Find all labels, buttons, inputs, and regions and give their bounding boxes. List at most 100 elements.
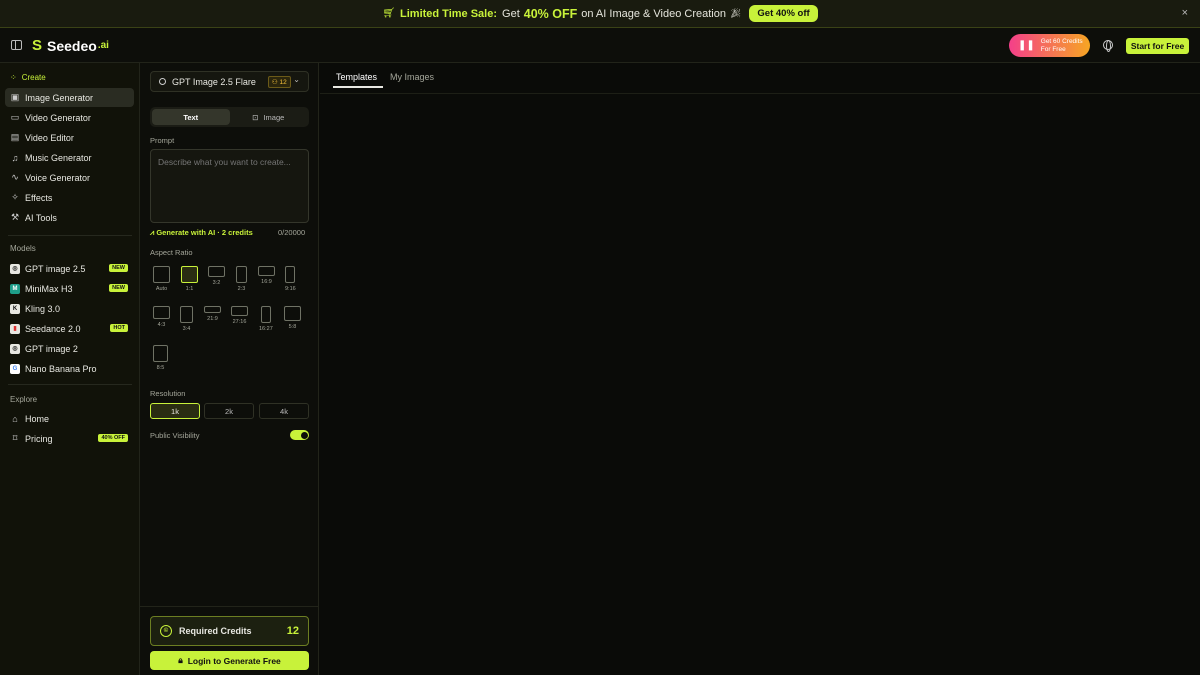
free-credits-button[interactable]: ❚❚ Get 60 Credits For Free	[1009, 34, 1090, 57]
sidebar-item-video-generator[interactable]: ▭ Video Generator	[5, 108, 134, 127]
character-counter: 0/20000	[278, 228, 306, 237]
sidebar-item-pricing[interactable]: ⌑ Pricing 40% OFF	[5, 429, 134, 448]
ratio-shape	[153, 266, 170, 283]
resolution-1k[interactable]: 1k	[150, 403, 200, 419]
model-credits-value: 12	[279, 78, 287, 86]
wave-icon: ∿	[11, 172, 19, 182]
generate-with-ai-link[interactable]: ⩘ Generate with AI · 2 credits	[150, 228, 253, 238]
models-section-head: Models	[10, 244, 36, 253]
ratio-27-16[interactable]: 27:16	[231, 306, 248, 325]
ratio-21-9[interactable]: 21:9	[204, 306, 221, 322]
resolution-label: Resolution	[150, 389, 186, 398]
tab-text[interactable]: Text	[152, 109, 230, 125]
banner-get: Get	[502, 7, 520, 20]
credits-line1: Get 60 Credits	[1040, 37, 1083, 45]
seedance-icon: ▮	[10, 323, 20, 334]
music-icon: ♫	[11, 152, 19, 163]
ratio-9-16[interactable]: 9:16	[285, 266, 296, 292]
ratio-8-5[interactable]: 8:5	[153, 345, 168, 371]
ratio-4-3[interactable]: 4:3	[153, 306, 170, 328]
explore-section-head: Explore	[10, 395, 38, 404]
resolution-4k[interactable]: 4k	[259, 403, 309, 419]
ratio-1-1[interactable]: 1:1	[181, 266, 198, 292]
sidebar-item-label: Image Generator	[25, 92, 94, 103]
ratio-2-3[interactable]: 2:3	[236, 266, 247, 292]
sparkle-icon: ✧	[11, 192, 19, 202]
sparkle-icon: ⁘	[10, 73, 17, 82]
sidebar-model-seedance-2-0[interactable]: ▮ Seedance 2.0 HOT	[5, 319, 134, 338]
close-icon[interactable]: ×	[1182, 7, 1188, 19]
public-visibility-toggle[interactable]	[290, 430, 309, 440]
required-credits-label: Required Credits	[179, 626, 252, 636]
tab-my-images[interactable]: My Images	[390, 72, 434, 82]
prompt-input[interactable]	[150, 149, 309, 223]
ratio-shape	[258, 266, 275, 276]
ratio-label: 5:8	[288, 324, 297, 330]
logo-suffix: .ai	[97, 40, 109, 51]
ratio-label: Auto	[155, 286, 168, 292]
openai-icon: ◎	[10, 263, 20, 274]
sidebar-item-label: AI Tools	[25, 212, 57, 223]
aspect-ratio-label: Aspect Ratio	[150, 248, 193, 257]
ratio-label: 2:3	[237, 286, 246, 292]
ratio-3-2[interactable]: 3:2	[208, 266, 225, 286]
google-icon: G	[10, 363, 20, 374]
ratio-5-8[interactable]: 5:8	[284, 306, 301, 330]
sidebar-item-label: Video Generator	[25, 112, 91, 123]
sidebar-model-gpt-image-2[interactable]: ◎ GPT image 2	[5, 339, 134, 358]
ratio-shape	[180, 306, 193, 323]
required-credits-value: 12	[286, 625, 299, 637]
ratio-3-4[interactable]: 3:4	[180, 306, 193, 332]
ratio-auto[interactable]: Auto	[153, 266, 170, 292]
ratio-label: 16:9	[261, 279, 272, 285]
ratio-label: 1:1	[185, 286, 194, 292]
sidebar-model-kling-3-0[interactable]: K Kling 3.0	[5, 299, 134, 318]
model-label: GPT image 2	[25, 343, 78, 354]
tab-image[interactable]: ⊡ Image	[230, 109, 308, 125]
sidebar-toggle-icon[interactable]	[11, 40, 22, 50]
new-badge: NEW	[109, 284, 128, 292]
sidebar-model-gpt-image-2-5[interactable]: ◎ GPT image 2.5 NEW	[5, 259, 134, 278]
ratio-shape	[260, 306, 271, 323]
login-to-generate-button[interactable]: 🔒︎ Login to Generate Free	[150, 651, 309, 670]
sidebar-item-effects[interactable]: ✧ Effects	[5, 188, 134, 207]
ratio-label: 4:3	[157, 322, 166, 328]
sidebar-item-home[interactable]: ⌂ Home	[5, 409, 134, 428]
sidebar-item-ai-tools[interactable]: ⚒ AI Tools	[5, 208, 134, 227]
ratio-shape	[204, 306, 221, 313]
banner-cta-button[interactable]: Get 40% off	[749, 5, 818, 22]
ratio-shape	[231, 306, 248, 316]
sidebar-item-image-generator[interactable]: ▣ Image Generator	[5, 88, 134, 107]
sidebar-item-music-generator[interactable]: ♫ Music Generator	[5, 148, 134, 167]
ratio-16-27[interactable]: 16:27	[259, 306, 273, 332]
ratio-16-9[interactable]: 16:9	[258, 266, 275, 285]
ratio-shape	[284, 306, 301, 321]
model-label: Kling 3.0	[25, 303, 61, 314]
ratio-label: 3:2	[212, 280, 221, 286]
sidebar-item-label: Video Editor	[25, 132, 74, 143]
ratio-shape	[285, 266, 296, 283]
globe-icon[interactable]	[1103, 40, 1113, 52]
ratio-label: 3:4	[182, 326, 191, 332]
model-select[interactable]: GPT Image 2.5 Flare ⚇ 12 ⌄	[150, 71, 309, 92]
tab-templates[interactable]: Templates	[336, 72, 377, 82]
create-head-label: Create	[21, 73, 46, 82]
logo[interactable]: S Seedeo .ai	[32, 37, 109, 54]
resolution-2k[interactable]: 2k	[204, 403, 254, 419]
sidebar-model-nano-banana-pro[interactable]: G Nano Banana Pro	[5, 359, 134, 378]
kling-icon: K	[10, 303, 20, 314]
generator-panel: GPT Image 2.5 Flare ⚇ 12 ⌄ Text ⊡ Image P…	[140, 63, 319, 675]
start-for-free-button[interactable]: Start for Free	[1126, 38, 1189, 54]
sidebar-item-voice-generator[interactable]: ∿ Voice Generator	[5, 168, 134, 187]
lock-icon: 🔒︎	[178, 655, 183, 665]
ratio-label: 16:27	[259, 326, 273, 332]
prompt-label: Prompt	[150, 136, 175, 145]
image-icon: ▣	[10, 92, 20, 102]
logo-mark-icon: S	[32, 37, 43, 54]
sidebar: ⁘ Create ▣ Image Generator ▭ Video Generato…	[0, 63, 140, 675]
sidebar-item-label: Voice Generator	[25, 172, 91, 183]
sidebar-model-minimax-h3[interactable]: M MiniMax H3 NEW	[5, 279, 134, 298]
sidebar-item-video-editor[interactable]: ▤ Video Editor	[5, 128, 134, 147]
ratio-label: 27:16	[232, 319, 247, 325]
model-label: Seedance 2.0	[25, 323, 81, 334]
